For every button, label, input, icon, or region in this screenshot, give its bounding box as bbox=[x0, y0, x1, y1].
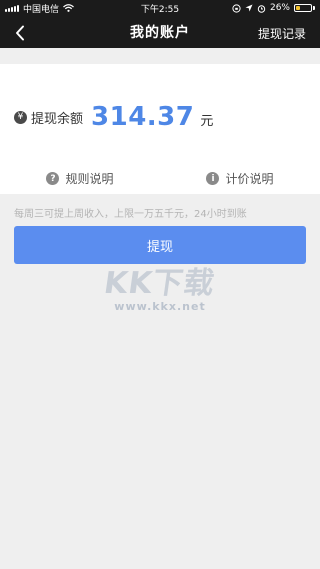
withdraw-notice: 每周三可提上周收入，上限一万五千元，24小时到账 bbox=[14, 209, 247, 220]
balance-unit: 元 bbox=[200, 113, 214, 129]
pricing-label: 计价说明 bbox=[225, 172, 274, 186]
rotation-lock-icon bbox=[232, 3, 241, 13]
battery-fill bbox=[296, 6, 300, 10]
alarm-icon bbox=[257, 4, 266, 13]
watermark-logo: KK下载 bbox=[101, 266, 218, 301]
info-icon: i bbox=[206, 172, 220, 185]
battery-percent: 26% bbox=[269, 3, 290, 13]
back-button[interactable] bbox=[10, 23, 30, 43]
withdraw-button[interactable]: 提现 bbox=[14, 226, 306, 264]
carrier-label: 中国电信 bbox=[23, 4, 60, 15]
info-links: ? 规则说明 i 计价说明 bbox=[0, 170, 320, 187]
rules-link[interactable]: ? 规则说明 bbox=[0, 170, 160, 187]
balance-row: ¥ 提现余额 314.37 元 bbox=[14, 102, 213, 132]
status-bar: 中国电信 下午2:55 26% bbox=[0, 0, 320, 16]
chevron-left-icon bbox=[16, 25, 24, 41]
status-right: 26% bbox=[232, 3, 315, 13]
battery-icon bbox=[294, 4, 315, 12]
page-title: 我的账户 bbox=[130, 25, 190, 41]
balance-amount: 314.37 bbox=[91, 102, 195, 132]
balance-label: 提现余额 bbox=[31, 111, 84, 127]
location-icon bbox=[245, 4, 253, 12]
withdraw-history-link[interactable]: 提现记录 bbox=[258, 25, 306, 42]
rules-label: 规则说明 bbox=[65, 172, 114, 186]
help-icon: ? bbox=[46, 172, 60, 185]
watermark-url: www.kkx.net bbox=[114, 300, 206, 313]
yuan-icon: ¥ bbox=[14, 110, 27, 124]
watermark: KK下载 www.kkx.net bbox=[100, 258, 220, 313]
balance-card: ¥ 提现余额 314.37 元 ? 规则说明 i 计价说明 bbox=[0, 64, 320, 194]
wifi-icon bbox=[63, 4, 74, 12]
status-left: 中国电信 bbox=[5, 2, 74, 15]
signal-icon bbox=[5, 4, 19, 12]
nav-bar: 我的账户 提现记录 bbox=[0, 16, 320, 48]
pricing-link[interactable]: i 计价说明 bbox=[160, 170, 320, 187]
